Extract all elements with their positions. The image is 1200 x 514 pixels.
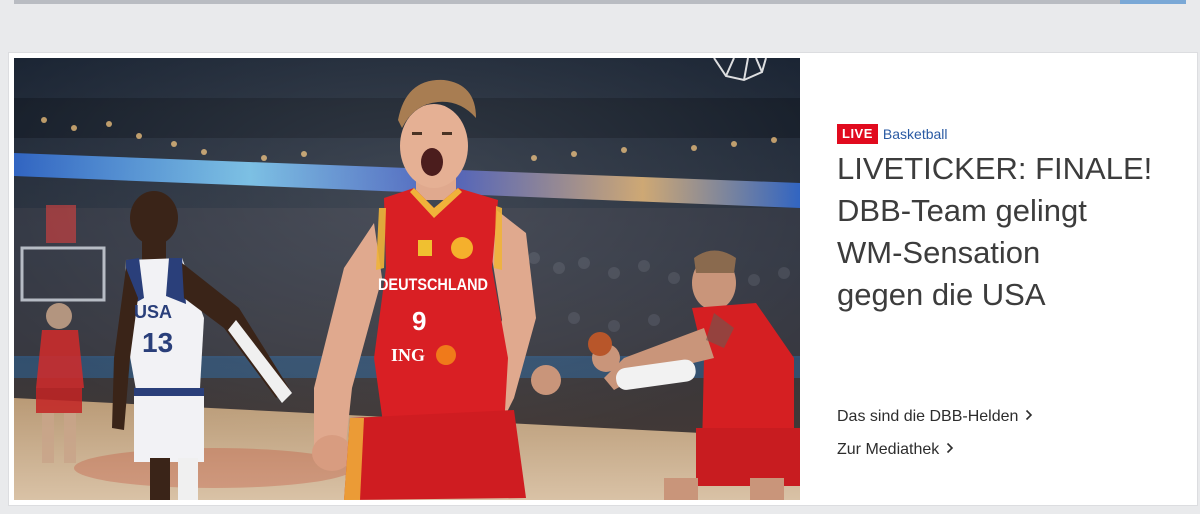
headline-line: DBB-Team gelingt	[837, 193, 1087, 228]
previous-content-strip	[14, 0, 1186, 4]
jersey-number: 9	[412, 306, 426, 336]
link-mediathek[interactable]: Zur Mediathek	[837, 433, 1033, 466]
sponsor-lion-icon	[436, 345, 456, 365]
link-label: Das sind die DBB-Helden	[837, 407, 1019, 425]
chevron-right-icon	[1025, 408, 1033, 426]
article-headline[interactable]: LIVETICKER: FINALE! DBB-Team gelingt WM-…	[837, 148, 1177, 316]
opponent-jersey-number: 13	[142, 327, 173, 358]
teaser-text-panel: LIVE Basketball LIVETICKER: FINALE! DBB-…	[837, 123, 1177, 316]
headline-line: WM-Sensation	[837, 235, 1041, 270]
article-teaser-card: USA 13 DEUTSCHLAND 9 ING LIVE Basketball…	[8, 52, 1198, 506]
related-links: Das sind die DBB-Helden Zur Mediathek	[837, 400, 1033, 466]
link-label: Zur Mediathek	[837, 440, 940, 458]
category-link-basketball[interactable]: Basketball	[883, 126, 948, 142]
kicker: LIVE Basketball	[837, 123, 1177, 145]
jersey-text: DEUTSCHLAND	[378, 275, 488, 294]
headline-line: LIVETICKER: FINALE!	[837, 151, 1153, 186]
live-badge: LIVE	[837, 124, 878, 144]
opponent-jersey-text: USA	[134, 302, 172, 322]
strip-accent	[1120, 0, 1186, 4]
link-dbb-helden[interactable]: Das sind die DBB-Helden	[837, 400, 1033, 433]
sponsor-logo-text: ING	[391, 345, 425, 365]
headline-line: gegen die USA	[837, 277, 1046, 312]
hero-image-basketball-player[interactable]: USA 13 DEUTSCHLAND 9 ING	[14, 58, 800, 500]
chevron-right-icon	[946, 441, 954, 459]
